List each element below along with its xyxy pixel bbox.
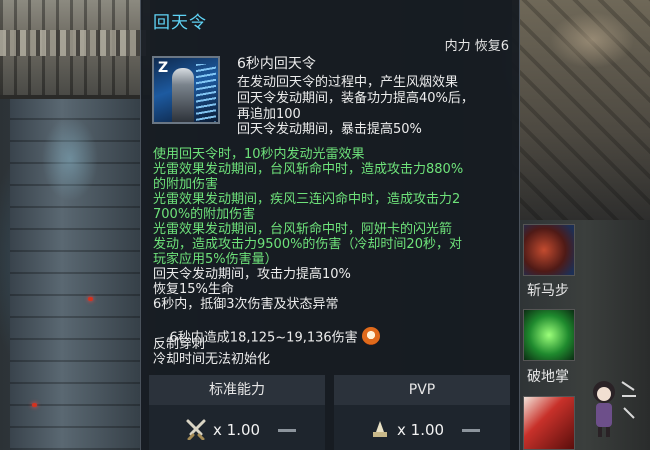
effect-line: 光雷效果发动期间，疾风三连闪命中时，造成攻击力2 — [153, 192, 461, 207]
dash-icon — [278, 429, 297, 432]
effect-line: 光雷效果发动期间，台风斩命中时，造成攻击力880% — [153, 162, 464, 177]
effect-line: 恢复15%生命 — [153, 282, 234, 297]
sword-skill-icon[interactable] — [523, 396, 575, 450]
stone-pillar — [10, 99, 140, 450]
red-glow — [32, 403, 37, 407]
effect-line: 回天令发动期间，攻击力提高10% — [153, 267, 351, 282]
podizhang-skill-icon[interactable] — [523, 309, 575, 361]
skill-tooltip: 回天令 内力 恢复6 Z 6秒内回天令 在发动回天令的过程中，产生风烟效果 回天… — [140, 0, 520, 450]
dash-icon — [462, 429, 481, 432]
effect-line: 发动，造成攻击力9500%的伤害（冷却时间20秒，对 — [153, 237, 462, 252]
crossed-swords-icon — [186, 419, 206, 440]
skill-cost: 内力 恢复6 — [444, 39, 509, 54]
skill-key-letter: Z — [158, 60, 169, 76]
description-heading: 6秒内回天令 — [237, 56, 316, 72]
pvp-header: PVP — [334, 375, 510, 405]
skill-title: 回天令 — [153, 13, 207, 33]
extra-line: 反制穿刺 — [153, 337, 206, 352]
effect-line: 使用回天令时，10秒内发动光雷效果 — [153, 147, 365, 162]
effect-line: 光雷效果发动期间，台风斩命中时，阿妍卡的闪光箭 — [153, 222, 453, 237]
stone-wall — [512, 0, 650, 220]
pvp-helmet-icon — [373, 420, 387, 437]
zhanmabu-skill-icon[interactable] — [523, 224, 575, 276]
description-line: 再追加100 — [237, 107, 301, 122]
chibi-character-logo — [593, 381, 636, 437]
damage-paw-icon — [361, 327, 380, 345]
stone-pillar-ornament — [0, 30, 150, 56]
description-line: 回天令发动期间，装备功力提高40%后， — [237, 91, 474, 106]
standard-ability-header: 标准能力 — [149, 375, 325, 405]
standard-multiplier: x 1.00 — [213, 421, 261, 439]
standard-ability-value: x 1.00 — [185, 410, 297, 450]
effect-line: 700%的附加伤害 — [153, 207, 256, 222]
pvp-value: x 1.00 — [369, 410, 481, 450]
side-skill-label: 斩马步 — [527, 283, 569, 299]
lightning-effect — [196, 64, 216, 122]
description-line: 回天令发动期间，暴击提高50% — [237, 122, 422, 137]
effect-line: 6秒内，抵御3次伤害及状态异常 — [153, 297, 339, 312]
warrior-figure — [172, 68, 194, 122]
huitianling-skill-icon: Z — [152, 56, 220, 124]
red-glow — [88, 297, 93, 301]
pvp-multiplier: x 1.00 — [397, 421, 445, 439]
extra-line: 冷却时间无法初始化 — [153, 352, 271, 367]
effect-line: 玩家应用5%伤害量） — [153, 252, 278, 267]
side-skill-label: 破地掌 — [527, 369, 569, 385]
description-line: 在发动回天令的过程中，产生风烟效果 — [237, 75, 459, 90]
effect-line: 的附加伤害 — [153, 177, 219, 192]
